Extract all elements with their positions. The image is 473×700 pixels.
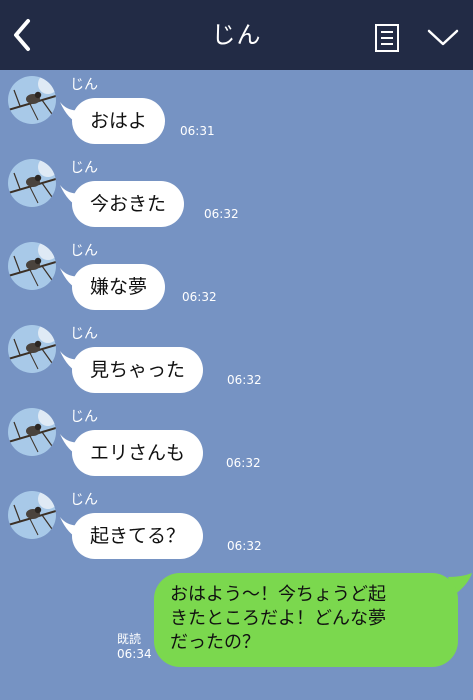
read-receipt: 既読 [117, 632, 142, 646]
message-bubble[interactable]: 嫌な夢 [72, 264, 166, 310]
notes-icon [375, 24, 399, 52]
notes-button[interactable] [372, 23, 402, 53]
outgoing-message-time: 06:34 [117, 647, 152, 661]
bird-on-branch-avatar-icon [8, 242, 56, 290]
outgoing-message-line: おはよう～！今ちょうど起 [170, 584, 386, 605]
message-bubble[interactable]: 起きてる？ [72, 513, 204, 559]
message-bubble[interactable]: おはよ [72, 98, 166, 144]
avatar[interactable] [8, 242, 56, 290]
outgoing-message-line: きたところだよ！どんな夢 [170, 608, 386, 629]
outgoing-message-line: だったの？ [170, 632, 260, 653]
avatar[interactable] [8, 159, 56, 207]
message-time: 06:32 [226, 456, 261, 470]
avatar[interactable] [8, 491, 56, 539]
sender-name: じん [70, 326, 98, 342]
message-time: 06:32 [227, 373, 262, 387]
bird-on-branch-avatar-icon [8, 408, 56, 456]
bird-on-branch-avatar-icon [8, 159, 56, 207]
avatar[interactable] [8, 408, 56, 456]
message-row: じん 今おきた 06:32 [0, 155, 473, 235]
sender-name: じん [70, 160, 98, 176]
message-row: じん エリさんも 06:32 [0, 404, 473, 484]
chat-header: じん [0, 0, 473, 70]
bird-on-branch-avatar-icon [8, 76, 56, 124]
message-row: じん 見ちゃった 06:32 [0, 321, 473, 401]
bird-on-branch-avatar-icon [8, 325, 56, 373]
bird-on-branch-avatar-icon [8, 491, 56, 539]
message-time: 06:32 [182, 290, 217, 304]
message-time: 06:32 [204, 207, 239, 221]
sender-name: じん [70, 409, 98, 425]
more-options-button[interactable] [425, 25, 461, 49]
message-bubble[interactable]: エリさんも [72, 430, 204, 476]
avatar[interactable] [8, 76, 56, 124]
sender-name: じん [70, 492, 98, 508]
message-time: 06:32 [227, 539, 262, 553]
avatar[interactable] [8, 325, 56, 373]
message-bubble[interactable]: 今おきた [72, 181, 185, 227]
chevron-down-icon [427, 29, 459, 46]
message-row: じん 嫌な夢 06:32 [0, 238, 473, 318]
chat-title: じん [211, 21, 262, 49]
message-row: じん おはよ 06:31 [0, 72, 473, 152]
message-time: 06:31 [180, 124, 215, 138]
message-bubble[interactable]: 見ちゃった [72, 347, 204, 393]
sender-name: じん [70, 77, 98, 93]
chat-area[interactable]: じん おはよ 06:31 じん 今おきた 06:32 じん 嫌な夢 06:32 … [0, 70, 473, 700]
outgoing-message-bubble[interactable]: おはよう～！今ちょうど起 きたところだよ！どんな夢 だったの？ [154, 573, 458, 667]
message-row: じん 起きてる？ 06:32 [0, 487, 473, 567]
sender-name: じん [70, 243, 98, 259]
